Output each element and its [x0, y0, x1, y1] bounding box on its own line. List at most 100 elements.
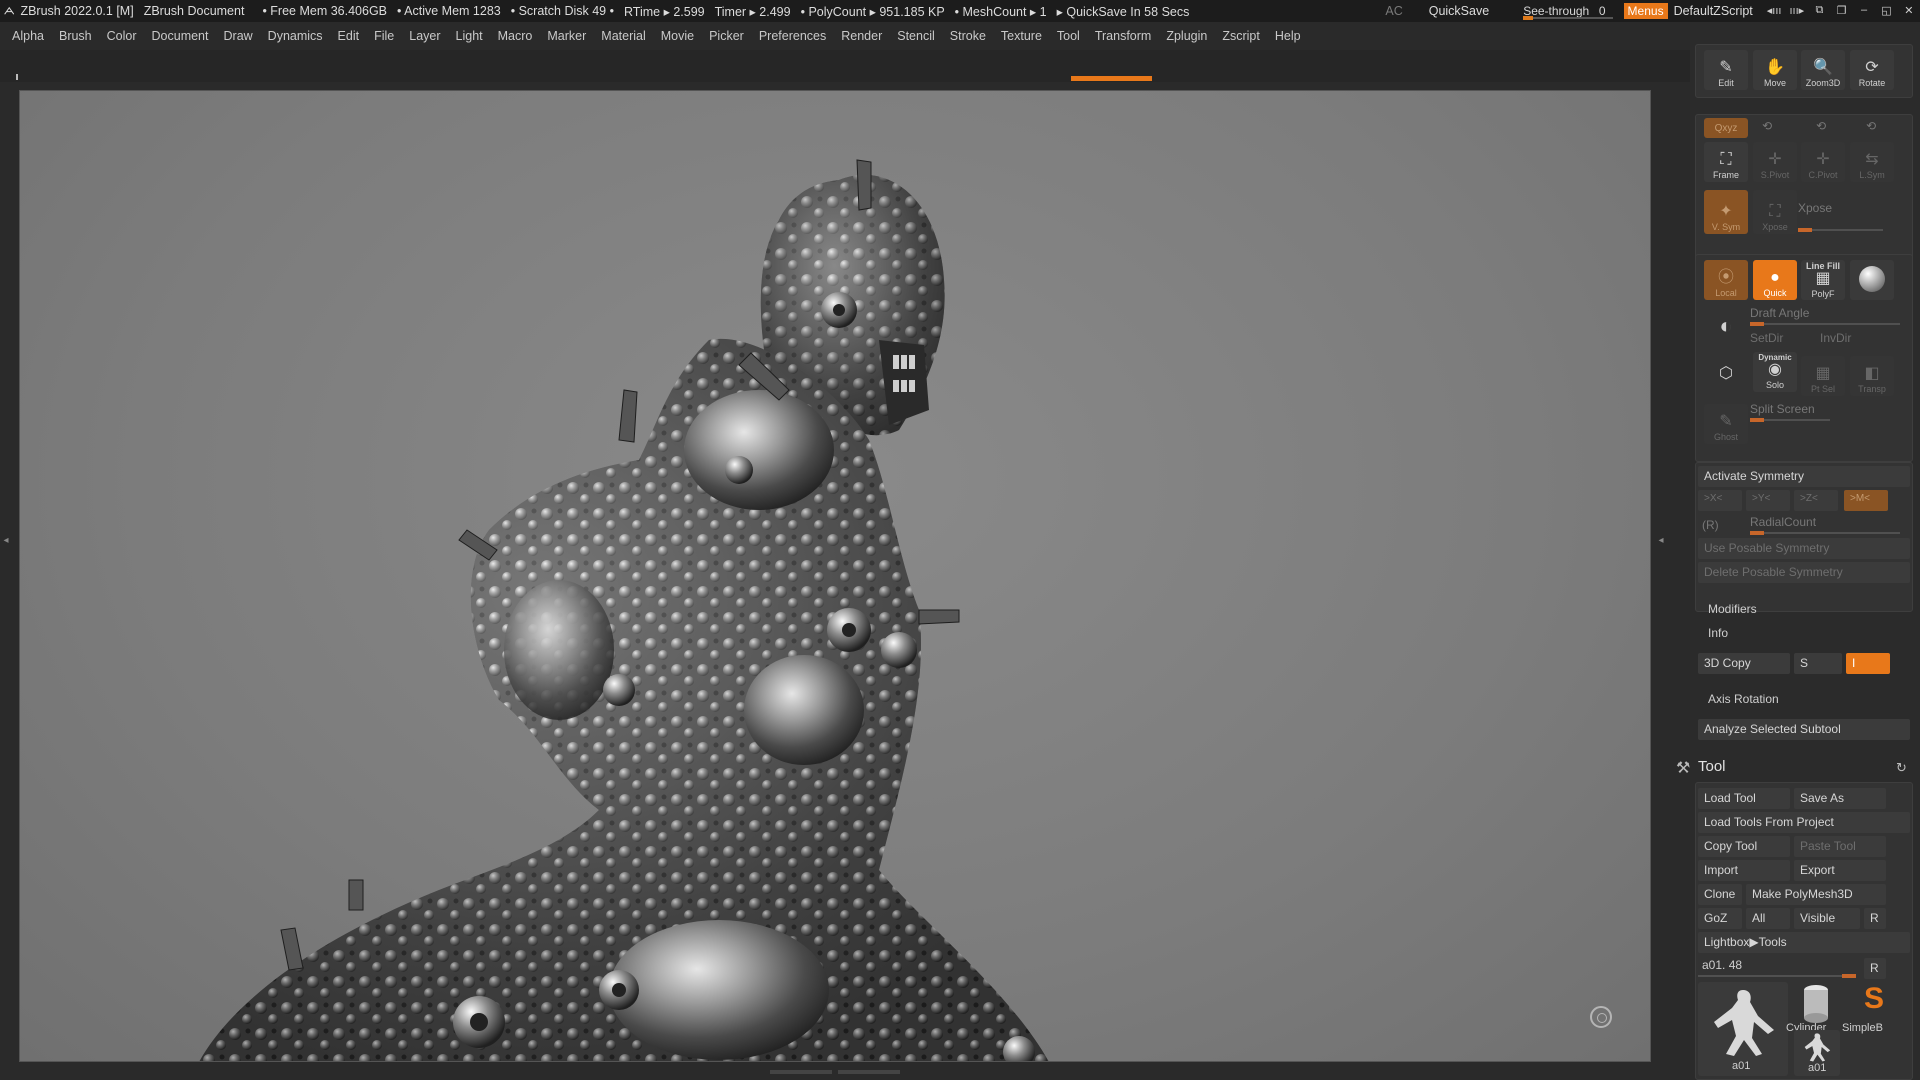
sym-z-button[interactable]: >Z<	[1794, 490, 1838, 511]
sym-r-button[interactable]: (R)	[1702, 518, 1719, 532]
vsym-button[interactable]: ✦ V. Sym	[1704, 190, 1748, 234]
solo-button[interactable]: Dynamic ◉ Solo	[1753, 352, 1797, 392]
delete-posable-symmetry-button[interactable]: Delete Posable Symmetry	[1698, 562, 1910, 583]
menu-brush[interactable]: Brush	[59, 29, 92, 43]
x-axis-icon[interactable]: ⟲	[1866, 119, 1876, 133]
tool-palette-title[interactable]: Tool	[1698, 758, 1726, 775]
menu-material[interactable]: Material	[601, 29, 645, 43]
clone-button[interactable]: Clone	[1698, 884, 1742, 905]
load-tools-from-project-button[interactable]: Load Tools From Project	[1698, 812, 1910, 833]
quicksave-button[interactable]: QuickSave	[1429, 4, 1489, 18]
tool-thumb-simpleb[interactable]: S SimpleB	[1842, 982, 1908, 1038]
move-button[interactable]: ✋ Move	[1753, 50, 1797, 90]
tray-left-icon[interactable]: ◂ııı	[1767, 4, 1782, 18]
cpivot-button[interactable]: ✛ C.Pivot	[1801, 142, 1845, 182]
ptsel-button[interactable]: ▦ Pt Sel	[1801, 356, 1845, 396]
sym-x-button[interactable]: >X<	[1698, 490, 1742, 511]
spivot-button[interactable]: ✛ S.Pivot	[1753, 142, 1797, 182]
ghost-button[interactable]: ✎ Ghost	[1704, 404, 1748, 444]
menu-render[interactable]: Render	[841, 29, 882, 43]
menu-file[interactable]: File	[374, 29, 394, 43]
edit-button[interactable]: ✎ Edit	[1704, 50, 1748, 90]
y-axis-icon[interactable]: ⟲	[1762, 119, 1772, 133]
navigation-gizmo-icon[interactable]	[1590, 1006, 1612, 1028]
menu-light[interactable]: Light	[456, 29, 483, 43]
load-tool-button[interactable]: Load Tool	[1698, 788, 1790, 809]
analyze-subtool-button[interactable]: Analyze Selected Subtool	[1698, 719, 1910, 740]
lightbox-tools-button[interactable]: Lightbox▶Tools	[1698, 932, 1910, 953]
tool-thumb-a01-small[interactable]: a01	[1794, 1030, 1840, 1076]
goz-button[interactable]: GoZ	[1698, 908, 1742, 929]
menu-tool[interactable]: Tool	[1057, 29, 1080, 43]
menu-zplugin[interactable]: Zplugin	[1166, 29, 1207, 43]
quick-button[interactable]: ● Quick	[1753, 260, 1797, 300]
activate-symmetry-button[interactable]: Activate Symmetry	[1698, 466, 1910, 487]
all-button[interactable]: All	[1746, 908, 1790, 929]
save-as-button[interactable]: Save As	[1794, 788, 1886, 809]
split-screen-slider[interactable]	[1750, 418, 1830, 422]
import-button[interactable]: Import	[1698, 860, 1790, 881]
see-through-knob[interactable]	[1523, 16, 1534, 20]
goz-r-button[interactable]: R	[1864, 908, 1886, 929]
lsym-button[interactable]: ⇆ L.Sym	[1850, 142, 1894, 182]
menu-zscript[interactable]: Zscript	[1222, 29, 1260, 43]
menu-marker[interactable]: Marker	[547, 29, 586, 43]
perspective-button[interactable]: ⬡	[1704, 356, 1748, 396]
menu-document[interactable]: Document	[152, 29, 209, 43]
menu-transform[interactable]: Transform	[1095, 29, 1152, 43]
make-polymesh3d-button[interactable]: Make PolyMesh3D	[1746, 884, 1886, 905]
paste-tool-button[interactable]: Paste Tool	[1794, 836, 1886, 857]
tool-thumb-a01[interactable]: a01	[1698, 982, 1788, 1076]
default-zscript-button[interactable]: DefaultZScript	[1674, 4, 1753, 18]
setdir-button[interactable]: SetDir	[1744, 328, 1810, 349]
z-axis-icon[interactable]: ⟲	[1816, 119, 1826, 133]
viewport-canvas[interactable]	[19, 90, 1651, 1062]
ac-button[interactable]: AC	[1385, 4, 1402, 18]
use-posable-symmetry-button[interactable]: Use Posable Symmetry	[1698, 538, 1910, 559]
current-tool-r-button[interactable]: R	[1864, 958, 1886, 979]
menu-movie[interactable]: Movie	[661, 29, 694, 43]
sym-y-button[interactable]: >Y<	[1746, 490, 1790, 511]
copy3d-i-field[interactable]: I	[1846, 653, 1890, 674]
contrast-button[interactable]: ◐	[1704, 308, 1748, 348]
modifiers-header[interactable]: Modifiers	[1708, 602, 1757, 616]
transp-button[interactable]: ◧ Transp	[1850, 356, 1894, 396]
current-tool-slider[interactable]	[1698, 974, 1856, 978]
window-icon[interactable]: ❐	[1835, 4, 1849, 18]
menu-texture[interactable]: Texture	[1001, 29, 1042, 43]
info-header[interactable]: Info	[1708, 626, 1728, 640]
menu-draw[interactable]: Draw	[224, 29, 253, 43]
see-through-slider[interactable]: See-through 0	[1523, 3, 1614, 20]
close-icon[interactable]: ✕	[1902, 4, 1916, 18]
tray-right-icon[interactable]: ııı▸	[1789, 4, 1804, 18]
visible-button[interactable]: Visible	[1794, 908, 1860, 929]
menu-help[interactable]: Help	[1275, 29, 1301, 43]
polyf-button[interactable]: Line Fill ▦ PolyF	[1801, 260, 1845, 300]
material-sphere-button[interactable]	[1850, 260, 1894, 300]
local-button[interactable]: ⦿ Local	[1704, 260, 1748, 300]
menu-preferences[interactable]: Preferences	[759, 29, 826, 43]
minimize-icon[interactable]: –	[1857, 4, 1871, 18]
xpose-slider[interactable]	[1798, 228, 1883, 232]
left-tray-toggle[interactable]: ◂	[2, 505, 10, 575]
export-button[interactable]: Export	[1794, 860, 1886, 881]
menus-toggle[interactable]: Menus	[1623, 3, 1668, 19]
bottom-tray-handle[interactable]	[770, 1070, 900, 1076]
menu-stroke[interactable]: Stroke	[950, 29, 986, 43]
rotate-button[interactable]: ⟳ Rotate	[1850, 50, 1894, 90]
axis-rotation-header[interactable]: Axis Rotation	[1708, 692, 1779, 706]
zoom3d-button[interactable]: 🔍 Zoom3D	[1801, 50, 1845, 90]
frame-button[interactable]: ⛶ Frame	[1704, 142, 1748, 182]
restore-icon[interactable]: ◱	[1879, 4, 1893, 18]
copy3d-s-field[interactable]: S	[1794, 653, 1842, 674]
layout-icon[interactable]: ⧉	[1812, 4, 1826, 18]
menu-stencil[interactable]: Stencil	[897, 29, 935, 43]
menu-picker[interactable]: Picker	[709, 29, 744, 43]
menu-color[interactable]: Color	[107, 29, 137, 43]
menu-macro[interactable]: Macro	[498, 29, 533, 43]
tool-reset-icon[interactable]: ↻	[1896, 760, 1907, 776]
sym-m-button[interactable]: >M<	[1844, 490, 1888, 511]
radial-count-slider[interactable]	[1750, 531, 1900, 535]
draft-angle-slider[interactable]	[1750, 322, 1900, 326]
menu-edit[interactable]: Edit	[338, 29, 360, 43]
